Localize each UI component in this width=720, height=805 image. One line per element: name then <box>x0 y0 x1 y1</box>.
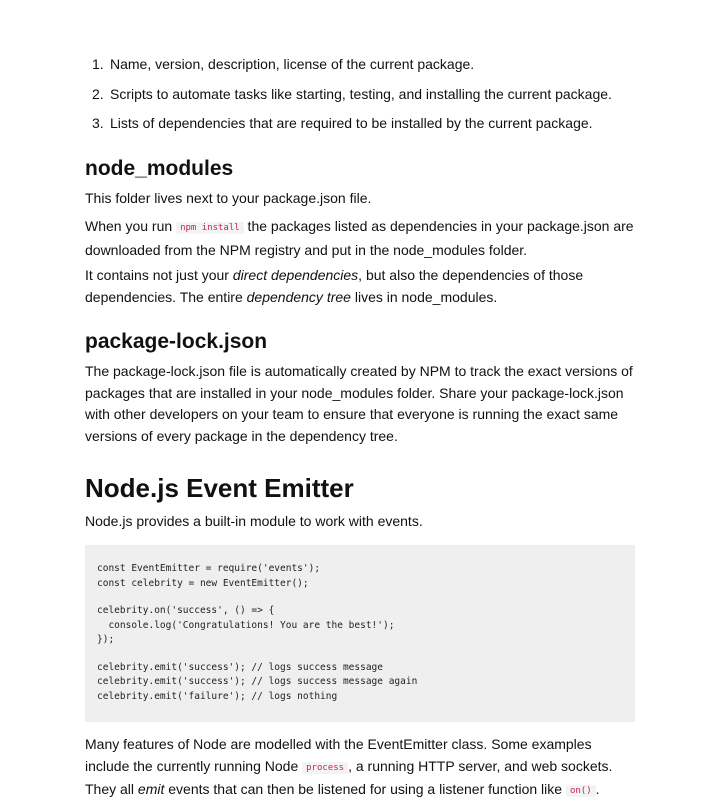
code-line: celebrity.emit('failure'); // logs nothi… <box>97 690 338 702</box>
code-line: const celebrity = new EventEmitter(); <box>97 577 309 589</box>
code-line: const EventEmitter = require('events'); <box>97 563 321 574</box>
list-item: 3. Lists of dependencies that are require… <box>85 113 645 133</box>
code-line: }); <box>97 634 115 645</box>
package-json-contents-list: 1. Name, version, description, license of… <box>85 54 645 143</box>
node-modules-heading: node_modules <box>85 157 234 180</box>
code-line: celebrity.emit('success'); // logs succe… <box>97 661 383 673</box>
node-modules-paragraph-2: When you run npm install the packages li… <box>85 218 634 258</box>
node-modules-paragraph-3: It contains not just your direct depende… <box>85 267 584 305</box>
package-lock-paragraph: The package-lock.json file is automatica… <box>85 363 633 444</box>
package-lock-heading: package-lock.json <box>85 330 268 353</box>
list-item-text: Scripts to automate tasks like starting,… <box>110 85 612 102</box>
list-number: 1. <box>92 56 104 72</box>
code-line: celebrity.on('success', () => { <box>97 605 275 616</box>
node-modules-paragraph-1: This folder lives next to your package.j… <box>85 190 372 206</box>
event-emitter-paragraph: Many features of Node are modelled with … <box>85 736 613 797</box>
code-block: const EventEmitter = require('events'); … <box>85 545 635 722</box>
process-code: process <box>302 761 349 774</box>
list-item-text: Lists of dependencies that are required … <box>110 115 593 131</box>
event-emitter-intro: Node.js provides a built-in module to wo… <box>85 513 423 529</box>
npm-install-code: npm install <box>176 222 244 234</box>
event-emitter-heading: Node.js Event Emitter <box>85 473 354 503</box>
list-item: 1. Name, version, description, license of… <box>85 54 645 74</box>
on-function-code: on() <box>565 785 596 797</box>
list-item-text: Name, version, description, license of t… <box>110 56 475 72</box>
code-line: console.log('Congratulations! You are th… <box>97 619 395 631</box>
code-line: celebrity.emit('success'); // logs succe… <box>97 676 418 687</box>
list-number: 3. <box>92 115 104 131</box>
list-number: 2. <box>92 85 104 102</box>
list-item: 2. Scripts to automate tasks like startin… <box>85 84 645 104</box>
